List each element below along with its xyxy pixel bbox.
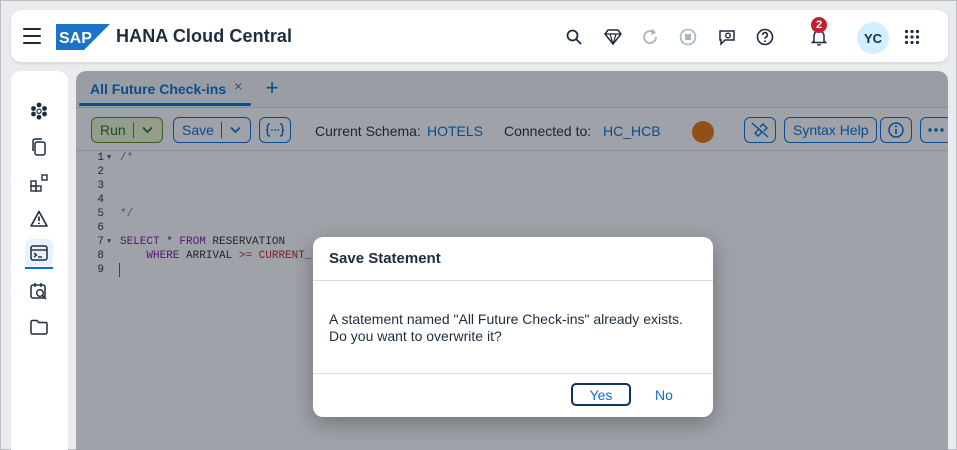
feedback-icon[interactable] [717,27,737,47]
no-button[interactable]: No [643,383,685,406]
scheduler-icon[interactable] [25,277,53,305]
diamond-icon[interactable] [603,27,623,47]
active-nav-indicator [25,267,53,269]
alerts-icon[interactable] [25,205,53,233]
avatar[interactable]: YC [857,22,889,54]
dialog-title: Save Statement [329,250,441,267]
copy-icon[interactable] [25,133,53,161]
dialog-divider [313,280,713,281]
yes-button[interactable]: Yes [571,383,631,406]
search-icon[interactable] [564,27,584,47]
sql-console-icon[interactable] [25,239,53,267]
refresh-icon[interactable] [640,27,660,47]
stop-icon[interactable] [678,27,698,47]
app-title: HANA Cloud Central [116,26,293,46]
help-icon[interactable] [755,27,775,47]
folder-icon[interactable] [25,313,53,341]
side-navigation [11,71,68,450]
shell-bar: SAP HANA Cloud Central 2 YC [11,10,948,62]
menu-icon[interactable] [23,28,41,44]
dialog-message: A statement named "All Future Check-ins"… [329,311,683,344]
sap-logo: SAP [56,24,110,50]
dialog-divider [313,373,713,374]
tools-icon[interactable] [25,169,53,197]
save-statement-dialog: Save Statement A statement named "All Fu… [313,237,713,417]
svg-text:SAP: SAP [59,30,92,47]
notification-badge: 2 [811,17,827,33]
product-switch-icon[interactable] [902,27,922,47]
instances-icon[interactable] [25,97,53,125]
